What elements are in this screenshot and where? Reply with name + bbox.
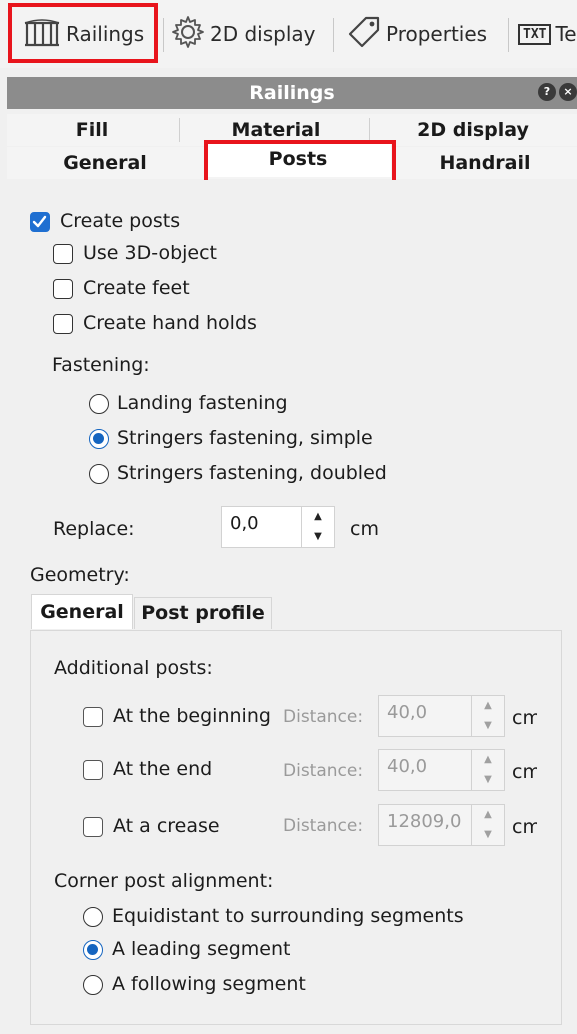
at-end-label: At the end: [113, 758, 213, 780]
at-beginning-checkbox[interactable]: [83, 707, 103, 727]
at-crease-distance-input[interactable]: 12809,0: [378, 804, 474, 846]
tab-handrail[interactable]: Handrail: [397, 147, 573, 179]
2d-display-toolbar-button[interactable]: 2D display: [170, 10, 316, 58]
arrow-down-icon[interactable]: ▼: [302, 527, 334, 547]
replace-stepper[interactable]: ▲ ▼: [301, 506, 335, 548]
stringers-doubled-label: Stringers fastening, doubled: [117, 462, 387, 484]
replace-unit: cm: [350, 518, 379, 540]
fastening-label: Fastening:: [52, 354, 150, 376]
leading-segment-radio[interactable]: [83, 940, 103, 960]
check-icon: [32, 215, 47, 228]
properties-toolbar-label: Properties: [386, 22, 488, 46]
at-end-distance-input[interactable]: 40,0: [378, 749, 474, 791]
at-end-stepper[interactable]: ▲ ▼: [471, 749, 505, 791]
2d-display-toolbar-label: 2D display: [210, 22, 316, 46]
subtab-post-profile[interactable]: Post profile: [134, 597, 272, 629]
geometry-label: Geometry:: [30, 564, 130, 586]
create-feet-checkbox[interactable]: [53, 279, 73, 299]
additional-posts-label: Additional posts:: [54, 657, 213, 679]
use-3d-object-label: Use 3D-object: [83, 242, 218, 264]
arrow-up-icon[interactable]: ▲: [302, 507, 334, 527]
following-segment-radio[interactable]: [83, 975, 103, 995]
at-beginning-distance-input[interactable]: 40,0: [378, 695, 474, 737]
gear-icon: [170, 14, 210, 55]
at-beginning-label: At the beginning: [113, 705, 271, 727]
toolbar-divider: [163, 18, 164, 52]
highlight-railings: [8, 3, 158, 63]
at-end-distance-label: Distance:: [283, 761, 364, 781]
replace-label: Replace:: [53, 518, 135, 540]
panel-title: Railings: [249, 82, 335, 104]
top-toolbar: Railings 2D display Properties TXT Te: [0, 0, 577, 68]
tab-general[interactable]: General: [7, 147, 203, 179]
at-crease-label: At a crease: [113, 815, 220, 837]
tab-2d-display[interactable]: 2D display: [373, 114, 573, 146]
equidistant-radio[interactable]: [83, 907, 103, 927]
landing-fastening-label: Landing fastening: [117, 392, 288, 414]
stringers-simple-radio[interactable]: [89, 429, 109, 449]
arrow-up-icon[interactable]: ▲: [472, 805, 504, 825]
corner-post-alignment-label: Corner post alignment:: [54, 870, 274, 892]
properties-toolbar-button[interactable]: Properties: [346, 10, 487, 58]
create-posts-label: Create posts: [60, 210, 181, 232]
create-hand-holds-checkbox[interactable]: [53, 314, 73, 334]
tab-fill[interactable]: Fill: [7, 114, 177, 146]
close-icon[interactable]: ×: [559, 83, 577, 101]
use-3d-object-checkbox[interactable]: [53, 244, 73, 264]
tag-icon: [346, 14, 386, 55]
at-beginning-distance-label: Distance:: [283, 707, 364, 727]
create-feet-label: Create feet: [83, 277, 190, 299]
leading-segment-label: A leading segment: [112, 938, 291, 960]
at-end-unit: cm: [512, 761, 537, 783]
txt-icon: TXT: [518, 23, 552, 45]
create-hand-holds-label: Create hand holds: [83, 312, 257, 334]
at-crease-checkbox[interactable]: [83, 817, 103, 837]
toolbar-divider: [508, 18, 509, 52]
text-toolbar-label: Te: [555, 22, 577, 46]
help-icon[interactable]: ?: [538, 83, 556, 101]
stringers-doubled-radio[interactable]: [89, 464, 109, 484]
at-crease-stepper[interactable]: ▲ ▼: [471, 804, 505, 846]
toolbar-divider: [333, 18, 334, 52]
arrow-up-icon[interactable]: ▲: [472, 696, 504, 716]
stringers-simple-label: Stringers fastening, simple: [117, 427, 373, 449]
arrow-down-icon[interactable]: ▼: [472, 770, 504, 790]
equidistant-label: Equidistant to surrounding segments: [112, 905, 464, 927]
arrow-down-icon[interactable]: ▼: [472, 825, 504, 845]
at-beginning-unit: cm: [512, 707, 537, 729]
at-crease-distance-label: Distance:: [283, 816, 364, 836]
at-beginning-stepper[interactable]: ▲ ▼: [471, 695, 505, 737]
tab-divider: [369, 118, 370, 142]
replace-input[interactable]: 0,0: [221, 506, 303, 548]
at-crease-unit: cm: [512, 816, 537, 838]
create-posts-checkbox[interactable]: [30, 212, 50, 232]
following-segment-label: A following segment: [112, 973, 306, 995]
at-end-checkbox[interactable]: [83, 760, 103, 780]
subtab-general[interactable]: General: [31, 594, 133, 629]
landing-fastening-radio[interactable]: [89, 394, 109, 414]
tab-divider: [179, 118, 180, 142]
panel-header: Railings ? ×: [7, 77, 577, 109]
arrow-down-icon[interactable]: ▼: [472, 716, 504, 736]
arrow-up-icon[interactable]: ▲: [472, 750, 504, 770]
text-toolbar-button[interactable]: TXT Te: [518, 10, 577, 58]
